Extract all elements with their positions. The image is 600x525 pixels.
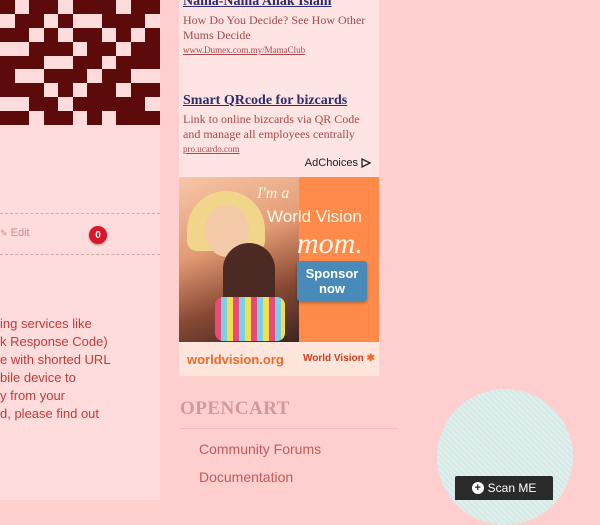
divider: [0, 254, 160, 255]
description-line: y from your: [0, 388, 66, 403]
logo-star-icon: ✱: [366, 353, 375, 364]
pencil-icon: ✎: [0, 228, 8, 238]
community-forums-link[interactable]: Community Forums: [199, 441, 321, 457]
plus-circle-icon: +: [471, 482, 484, 494]
adchoices-label: AdChoices: [304, 157, 358, 169]
qr-description: ing services like k Response Code) e wit…: [0, 315, 160, 423]
banner-site: worldvision.org: [187, 352, 284, 367]
ad-column: Nama-Nama Anak Islam How Do You Decide? …: [179, 0, 379, 376]
divider: [180, 428, 398, 429]
adchoices-icon: [361, 158, 371, 168]
qr-code-image: [0, 0, 160, 125]
divider: [0, 213, 160, 214]
scan-me-label: Scan ME: [487, 481, 537, 495]
ad-text: Link to online bizcards via QR Code and …: [183, 112, 360, 141]
banner-footer: worldvision.org World Vision ✱: [179, 342, 379, 376]
description-line: k Response Code): [0, 334, 108, 349]
banner-tagline-top: I'm a: [257, 185, 290, 202]
ad-text: How Do You Decide? See How Other Mums De…: [183, 13, 366, 42]
description-line: e with shorted URL: [0, 352, 111, 367]
banner-tagline-mom: mom.: [297, 227, 363, 260]
left-column: ✎ Edit 0 ing services like k Response Co…: [0, 0, 160, 500]
comment-count-badge[interactable]: 0: [89, 226, 107, 244]
opencart-heading: OPENCART: [180, 398, 290, 419]
text-ad: Smart QRcode for bizcards Link to online…: [183, 93, 377, 154]
ad-url-link[interactable]: www.Dumex.com.my/MamaClub: [183, 45, 377, 55]
documentation-link[interactable]: Documentation: [199, 469, 293, 485]
sponsor-now-button[interactable]: Sponsor now: [297, 261, 367, 301]
edit-link[interactable]: ✎ Edit: [0, 227, 30, 239]
qr-scan-circle: [437, 389, 573, 525]
ad-title-link[interactable]: Nama-Nama Anak Islam: [183, 0, 377, 10]
ad-url-link[interactable]: pro.ucardo.com: [183, 144, 377, 154]
ad-title-link[interactable]: Smart QRcode for bizcards: [183, 93, 377, 109]
scan-me-button[interactable]: + Scan ME: [455, 476, 553, 500]
photo-dress: [215, 297, 285, 341]
adchoices-link[interactable]: AdChoices: [305, 157, 371, 169]
world-vision-logo: World Vision ✱: [303, 353, 375, 364]
description-line: d, please find out: [0, 406, 100, 421]
world-vision-banner-ad[interactable]: I'm a World Vision mom. Sponsor now worl…: [179, 177, 379, 376]
description-line: ing services like: [0, 316, 92, 331]
logo-text: World Vision: [303, 353, 364, 364]
description-line: bile device to: [0, 370, 76, 385]
edit-label: Edit: [10, 227, 30, 239]
banner-tagline-brand: World Vision: [267, 207, 362, 226]
text-ad: Nama-Nama Anak Islam How Do You Decide? …: [183, 0, 377, 55]
